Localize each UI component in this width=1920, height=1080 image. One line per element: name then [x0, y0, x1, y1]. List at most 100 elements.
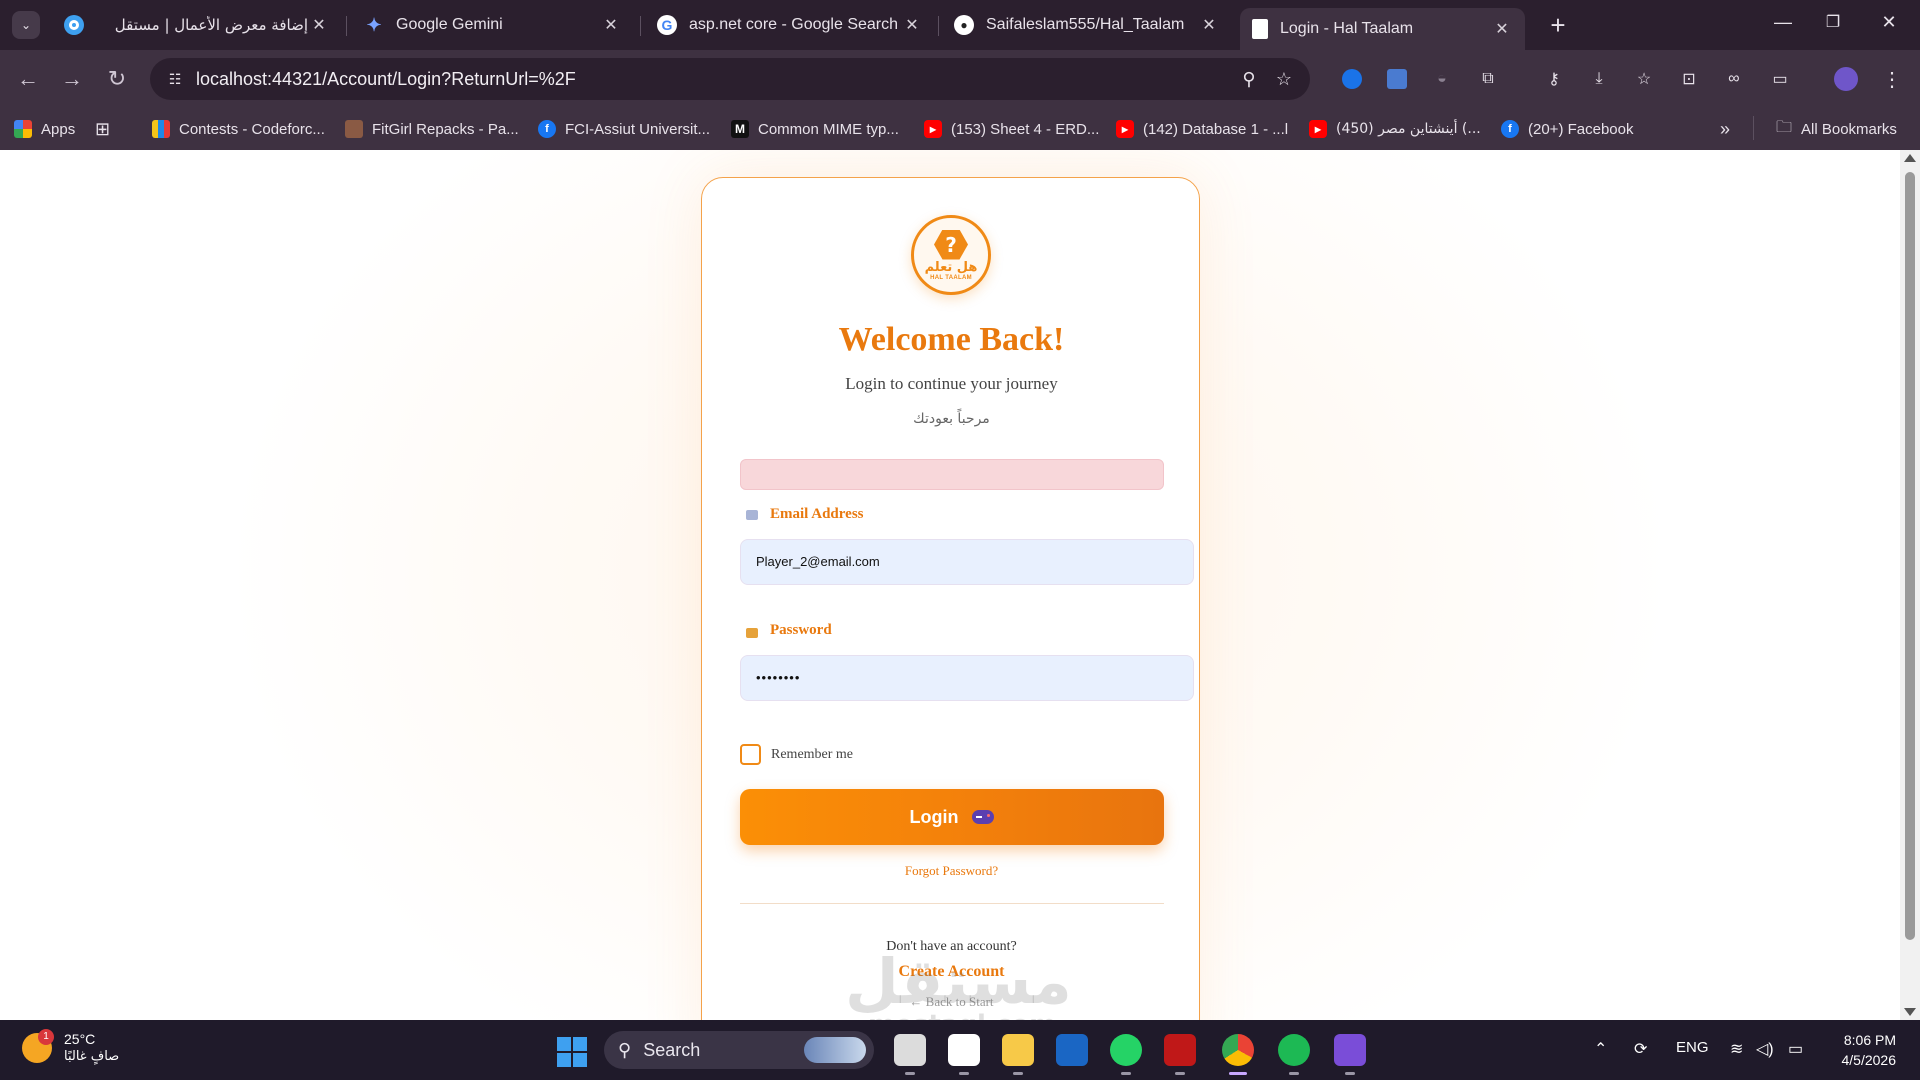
show-hidden-icons-chevron-icon[interactable]: ⌃ [1594, 1039, 1607, 1059]
bookmarks-divider [1753, 116, 1754, 140]
mdn-icon: M [731, 120, 749, 138]
weather-widget[interactable]: 1 25°C صافٍ غالبًا [22, 1029, 119, 1066]
zoom-icon[interactable]: ⚲ [1237, 67, 1261, 91]
login-button[interactable]: Login [740, 789, 1164, 845]
whatsapp-icon[interactable] [1110, 1034, 1142, 1075]
link-icon[interactable]: ∞ [1722, 67, 1746, 91]
facebook-icon: f [538, 120, 556, 138]
gamepad-icon [972, 810, 995, 824]
mostaql-icon [64, 15, 84, 35]
login-button-label: Login [909, 806, 959, 827]
volume-icon[interactable]: ◁) [1756, 1039, 1774, 1059]
side-panel-icon[interactable]: ▭ [1768, 67, 1792, 91]
fitgirl-icon [345, 120, 363, 138]
tab-search-dropdown-icon[interactable]: ⌄ [12, 11, 40, 39]
reload-icon[interactable]: ↻ [103, 65, 131, 93]
battery-icon[interactable]: ▭ [1788, 1039, 1803, 1059]
page-title: Welcome Back! [838, 321, 1065, 358]
address-bar[interactable]: ☷ localhost:44321/Account/Login?ReturnUr… [150, 58, 1310, 100]
close-icon[interactable]: ✕ [600, 15, 622, 35]
chrome-icon[interactable] [1222, 1034, 1254, 1075]
tab-gemini[interactable]: ✦ Google Gemini ✕ [352, 8, 634, 42]
bookmark-apps[interactable]: Apps [14, 116, 75, 142]
password-key-icon[interactable]: ⚷ [1542, 67, 1566, 91]
tab-login-hal-taalam[interactable]: Login - Hal Taalam ✕ [1240, 8, 1525, 50]
menu-dots-icon[interactable]: ⋮ [1880, 67, 1904, 91]
tab-title: asp.net core - Google Search [689, 16, 899, 33]
bookmark-facebook[interactable]: f (20+) Facebook [1501, 116, 1633, 142]
close-icon[interactable]: ✕ [1198, 15, 1220, 35]
scrollbar-thumb[interactable] [1905, 172, 1915, 940]
bookmark-fitgirl[interactable]: FitGirl Repacks - Pa... [345, 116, 519, 142]
email-label-row: Email Address [744, 506, 864, 523]
more-bookmarks-chevron-icon[interactable]: » [1720, 116, 1730, 142]
minimize-icon[interactable]: — [1760, 12, 1806, 33]
bookmark-mime-types[interactable]: M Common MIME typ... [731, 116, 899, 142]
restore-icon[interactable]: ❐ [1810, 12, 1856, 32]
tab-google-search[interactable]: G asp.net core - Google Search ✕ [645, 8, 935, 42]
remember-me-row[interactable]: Remember me [740, 744, 853, 765]
tab-groups-grid-icon[interactable]: ⊞ [95, 116, 110, 142]
notification-badge: 1 [38, 1029, 54, 1045]
shazam-extension-icon[interactable] [1340, 67, 1364, 91]
spotify-icon[interactable] [1278, 1034, 1310, 1075]
sync-icon[interactable]: ⟳ [1634, 1039, 1647, 1059]
window-close-icon[interactable]: ✕ [1866, 12, 1912, 33]
tab-github[interactable]: ● Saifaleslam555/Hal_Taalam ✕ [942, 8, 1232, 42]
back-arrow-icon[interactable]: ← [14, 65, 42, 93]
bookmark-star-icon[interactable]: ☆ [1272, 67, 1296, 91]
browser-toolbar: ← → ↻ ☷ localhost:44321/Account/Login?Re… [0, 50, 1920, 108]
language-indicator[interactable]: ENG [1676, 1039, 1709, 1056]
close-icon[interactable]: ✕ [901, 15, 923, 35]
puzzle-extensions-icon[interactable]: ⧉ [1476, 67, 1500, 91]
task-view-icon[interactable] [894, 1034, 926, 1075]
close-icon[interactable]: ✕ [1491, 19, 1513, 39]
scroll-up-arrow-icon[interactable] [1904, 154, 1916, 162]
favorites-icon[interactable]: ☆ [1632, 67, 1656, 91]
forgot-password-link[interactable]: Forgot Password? [702, 863, 1201, 879]
remember-me-checkbox[interactable] [740, 744, 761, 765]
translate-extension-icon[interactable] [1385, 67, 1409, 91]
bookmark-sheet-4[interactable]: ▶ (153) Sheet 4 - ERD... [924, 116, 1099, 142]
visual-studio-icon[interactable] [1334, 1034, 1366, 1075]
email-field[interactable]: Player_2@email.com [740, 539, 1194, 585]
logo-text-en: HAL TAALAM [930, 274, 972, 281]
page-scrollbar[interactable] [1900, 150, 1920, 1020]
forward-arrow-icon[interactable]: → [58, 65, 86, 93]
microsoft-store-icon[interactable] [948, 1034, 980, 1075]
download-icon[interactable]: ⤓ [1587, 67, 1611, 91]
bookmark-database-1[interactable]: ▶ (142) Database 1 - ...l [1116, 116, 1288, 142]
site-info-icon[interactable]: ☷ [164, 68, 186, 90]
taskbar-clock[interactable]: 8:06 PM 4/5/2026 [1826, 1030, 1897, 1070]
profile-avatar[interactable] [1834, 67, 1858, 91]
close-icon[interactable]: ✕ [308, 15, 330, 35]
outlook-icon[interactable] [1056, 1034, 1088, 1066]
rider-app-icon[interactable] [1164, 1034, 1196, 1075]
password-field[interactable]: •••••••• [740, 655, 1194, 701]
new-tab-plus-icon[interactable]: + [1544, 12, 1572, 40]
clock-date: 4/5/2026 [1841, 1052, 1897, 1068]
codeforces-icon [152, 120, 170, 138]
file-explorer-icon[interactable] [1002, 1034, 1034, 1075]
github-icon: ● [954, 15, 974, 35]
bookmark-codeforces[interactable]: Contests - Codeforc... [152, 116, 325, 142]
extension-icon[interactable]: ◒ [1430, 67, 1454, 91]
bookmark-einstein-egypt[interactable]: ▶ (450) أينشتاين مصر (... [1309, 116, 1481, 142]
taskbar-search-box[interactable]: ⚲ Search [604, 1031, 874, 1069]
scroll-down-arrow-icon[interactable] [1904, 1008, 1916, 1016]
wifi-icon[interactable]: ≋ [1730, 1039, 1743, 1059]
screenshot-icon[interactable]: ⊡ [1677, 67, 1701, 91]
tab-divider [640, 16, 641, 36]
all-bookmarks-button[interactable]: 🗀 All Bookmarks [1776, 116, 1897, 142]
bookmark-fci-assiut[interactable]: f FCI-Assiut Universit... [538, 116, 710, 142]
tab-mostaql[interactable]: إضافة معرض الأعمال | مستقل ✕ [52, 8, 342, 42]
url-text[interactable]: localhost:44321/Account/Login?ReturnUrl=… [196, 69, 576, 90]
folder-icon: 🗀 [1776, 118, 1793, 136]
lock-icon [744, 623, 760, 639]
bookmark-label: FitGirl Repacks - Pa... [372, 120, 519, 138]
start-windows-icon[interactable] [557, 1037, 587, 1067]
youtube-icon: ▶ [1116, 120, 1134, 138]
email-label: Email Address [770, 506, 864, 522]
search-icon: ⚲ [618, 1039, 632, 1060]
tab-divider [346, 16, 347, 36]
